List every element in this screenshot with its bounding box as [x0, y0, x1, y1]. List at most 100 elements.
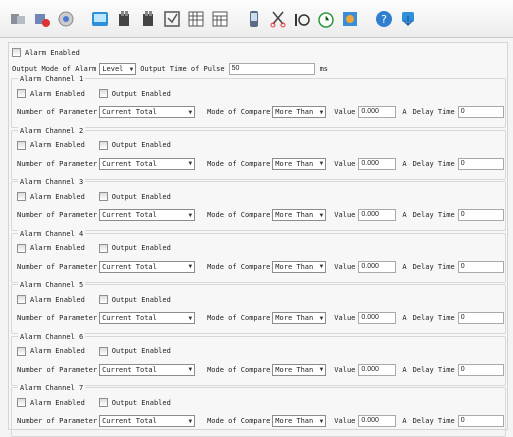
write-params-icon[interactable] [138, 9, 158, 29]
channel-output-enabled-checkbox[interactable] [98, 89, 108, 98]
delay-time-input[interactable]: 0 [457, 209, 504, 221]
channel-output-enabled-label: Output Enabled [111, 192, 171, 201]
svg-text:?: ? [381, 13, 387, 26]
save-icon[interactable] [162, 9, 182, 29]
channel-output-enabled-checkbox[interactable] [98, 140, 108, 150]
image-icon[interactable] [340, 9, 360, 29]
pulse-time-unit: ms [319, 65, 329, 73]
alarm-channel-7: Alarm Channel 7 Alarm Enabled Output Enabl… [11, 384, 506, 437]
delay-time-input[interactable]: 0 [457, 157, 504, 170]
delay-time-input[interactable]: 0 [457, 363, 504, 376]
param-number-select[interactable]: Current Total ▼ [99, 415, 196, 427]
channel-alarm-enabled-label: Alarm Enabled [30, 244, 85, 252]
value-input[interactable]: 0.000 [358, 209, 397, 221]
param-number-label: Number of Parameter [17, 211, 98, 219]
value-unit: A [402, 417, 407, 425]
signal-icon[interactable] [292, 9, 312, 29]
download-icon[interactable] [398, 9, 418, 29]
value-input[interactable]: 0.000 [358, 157, 397, 170]
channel-output-enabled-label: Output Enabled [111, 89, 171, 98]
channel-output-enabled-checkbox[interactable] [98, 398, 108, 407]
alarm-channel-6: Alarm Channel 6 Alarm Enabled Output Enabl… [11, 332, 506, 386]
global-alarm-enabled[interactable]: Alarm Enabled [12, 48, 80, 57]
read-params-icon[interactable] [114, 9, 134, 29]
param-number-select[interactable]: Current Total ▼ [99, 260, 196, 273]
param-number-select[interactable]: Current Total ▼ [99, 312, 196, 324]
channel-title: Alarm Channel 6 [18, 332, 86, 341]
settings-gear-icon[interactable] [56, 9, 76, 29]
calendar-grid-icon[interactable] [186, 9, 206, 29]
value-input[interactable]: 0.000 [358, 312, 397, 324]
channel-alarm-enabled-checkbox[interactable] [17, 192, 26, 201]
phone-icon[interactable] [244, 9, 264, 29]
chevron-down-icon: ▼ [319, 314, 324, 322]
param-number-select[interactable]: Current Total ▼ [99, 363, 196, 376]
delay-time-label: Delay Time [412, 365, 455, 374]
compare-mode-select[interactable]: More Than ▼ [272, 415, 327, 427]
alarm-channel-2: Alarm Channel 2 Alarm Enabled Output Enabl… [11, 126, 506, 180]
channel-output-enabled-label: Output Enabled [111, 398, 171, 407]
value-input[interactable]: 0.000 [358, 260, 397, 273]
chevron-down-icon: ▼ [188, 108, 193, 116]
channel-alarm-enabled-checkbox[interactable] [17, 398, 26, 407]
channel-alarm-enabled-checkbox[interactable] [17, 243, 26, 253]
compare-mode-select[interactable]: More Than ▼ [272, 363, 327, 376]
delay-time-input[interactable]: 0 [457, 312, 504, 324]
calendar-icon[interactable] [210, 9, 230, 29]
alarm-channel-5: Alarm Channel 5 Alarm Enabled Output Enabl… [11, 281, 506, 334]
connect-icon[interactable] [8, 9, 28, 29]
cut-icon[interactable] [268, 9, 288, 29]
delay-time-input[interactable]: 0 [457, 415, 504, 427]
channel-checkbox-row: Alarm Enabled Output Enabled [17, 243, 171, 253]
delay-time-input[interactable]: 0 [457, 260, 504, 273]
compare-mode-label: Mode of Compare [207, 417, 271, 425]
channel-alarm-enabled-label: Alarm Enabled [30, 89, 85, 98]
value-input[interactable]: 0.000 [358, 415, 397, 427]
compare-mode-label: Mode of Compare [207, 211, 271, 219]
channel-params-row: Number of Parameter Current Total ▼ Mode of… [17, 415, 513, 427]
value-unit: A [402, 211, 407, 219]
alarm-enabled-checkbox[interactable] [12, 48, 21, 57]
param-number-select[interactable]: Current Total ▼ [99, 209, 196, 221]
value-label: Value [334, 211, 356, 219]
delay-time-input[interactable]: 0 [457, 106, 504, 118]
clock-icon[interactable] [316, 9, 336, 29]
channel-alarm-enabled-checkbox[interactable] [17, 346, 26, 356]
disconnect-icon[interactable] [32, 9, 52, 29]
alarm-channel-4: Alarm Channel 4 Alarm Enabled Output Enabl… [11, 229, 506, 283]
channel-params-row: Number of Parameter Current Total ▼ Mode of… [17, 363, 513, 376]
output-mode-select[interactable]: Level ▼ [99, 63, 137, 75]
channel-output-enabled-checkbox[interactable] [98, 295, 108, 304]
delay-time-label: Delay Time [412, 314, 455, 322]
compare-mode-select[interactable]: More Than ▼ [272, 209, 327, 221]
channel-title: Alarm Channel 3 [18, 178, 86, 186]
channel-output-enabled-checkbox[interactable] [98, 192, 108, 201]
monitor-icon[interactable] [90, 9, 110, 29]
chevron-down-icon: ▼ [188, 366, 193, 373]
channel-output-enabled-checkbox[interactable] [98, 346, 108, 356]
compare-mode-label: Mode of Compare [207, 262, 271, 271]
channel-checkbox-row: Alarm Enabled Output Enabled [17, 89, 171, 98]
channel-alarm-enabled-checkbox[interactable] [17, 295, 26, 304]
param-number-label: Number of Parameter [17, 262, 98, 271]
param-number-select[interactable]: Current Total ▼ [99, 157, 196, 170]
compare-mode-select[interactable]: More Than ▼ [272, 157, 327, 170]
help-icon[interactable]: ? [374, 9, 394, 29]
compare-mode-select[interactable]: More Than ▼ [272, 312, 327, 324]
channel-title: Alarm Channel 2 [18, 126, 86, 135]
channel-output-enabled-checkbox[interactable] [98, 243, 108, 253]
value-label: Value [334, 159, 356, 168]
chevron-down-icon: ▼ [188, 314, 193, 322]
param-number-label: Number of Parameter [17, 365, 98, 374]
value-input[interactable]: 0.000 [358, 106, 397, 118]
channel-alarm-enabled-checkbox[interactable] [17, 89, 26, 98]
value-unit: A [402, 108, 407, 116]
value-input[interactable]: 0.000 [358, 363, 397, 376]
pulse-time-input[interactable]: 50 [228, 63, 315, 75]
delay-time-label: Delay Time [412, 159, 455, 168]
channel-alarm-enabled-checkbox[interactable] [17, 140, 26, 150]
param-number-select[interactable]: Current Total ▼ [99, 106, 196, 118]
compare-mode-select[interactable]: More Than ▼ [272, 106, 327, 118]
alarm-channel-1: Alarm Channel 1 Alarm Enabled Output Enabl… [11, 75, 506, 128]
compare-mode-select[interactable]: More Than ▼ [272, 260, 327, 273]
